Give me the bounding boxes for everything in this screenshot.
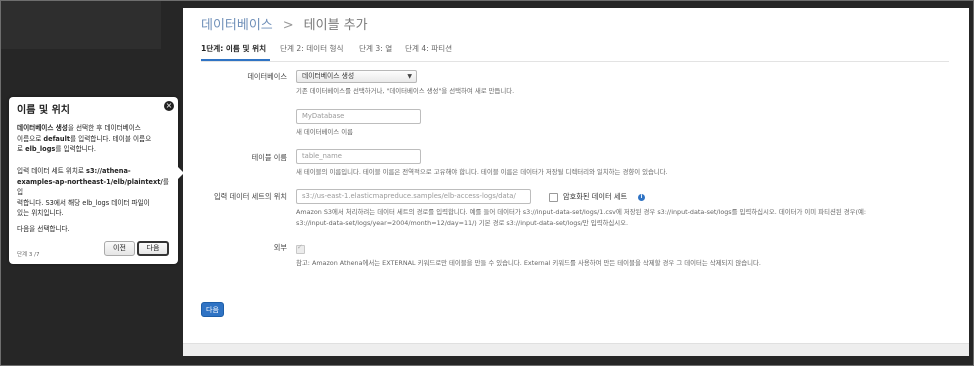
table-name-input[interactable]: table_name	[296, 149, 421, 164]
encrypted-dataset-label: 암호화된 데이터 세트	[563, 192, 628, 201]
popover-text-line: 력합니다. S3에서 해당 elb_logs 데이터 파일이	[17, 198, 150, 207]
close-icon[interactable]: ×	[164, 101, 174, 111]
database-label: 데이터베이스	[247, 72, 287, 81]
wizard-tabs: 1단계: 이름 및 위치 단계 2: 데이터 형식 단계 3: 열 단계 4: …	[201, 43, 949, 62]
table-name-placeholder: table_name	[302, 152, 342, 160]
popover-bold-s3-path: s3://athena-	[86, 167, 131, 175]
input-location-label: 입력 데이터 세트의 위치	[214, 192, 287, 201]
tab-step2-data-format[interactable]: 단계 2: 데이터 형식	[280, 43, 344, 54]
popover-text-line: 이름으로 default를 입력합니다. 테이블 이름으	[17, 134, 152, 143]
popover-step-indicator: 단계 3 /7	[17, 252, 40, 258]
active-tab-indicator	[201, 59, 270, 61]
database-select[interactable]: 데이터베이스 생성 ▼	[296, 70, 417, 83]
breadcrumb: 데이터베이스 > 테이블 추가	[201, 14, 368, 33]
previous-button[interactable]: 이전	[104, 241, 135, 256]
external-checkbox	[296, 243, 305, 254]
popover-paragraph-1: 데이터베이스 생성을 선택한 후 데이터베이스 이름으로 default를 입력…	[17, 123, 174, 155]
popover-title: 이름 및 위치	[17, 105, 70, 116]
popover-paragraph-3: 다음을 선택합니다.	[17, 225, 70, 233]
new-database-placeholder: MyDatabase	[302, 112, 345, 120]
input-location-help-line1: Amazon S3에서 처리하려는 데이터 세트의 경로를 입력합니다. 예를 …	[296, 208, 867, 216]
popover-text-line: 데이터베이스 생성을 선택한 후 데이터베이스	[17, 124, 141, 132]
panel-footer-bar	[183, 343, 969, 356]
table-name-help: 새 테이블의 이름입니다. 테이블 이름은 전역적으로 고유해야 합니다. 테이…	[296, 168, 668, 176]
input-location-placeholder: s3://us-east-1.elasticmapreduce.samples/…	[302, 192, 516, 200]
popover-next-button[interactable]: 다음	[137, 241, 169, 256]
add-table-panel: 데이터베이스 > 테이블 추가 1단계: 이름 및 위치 단계 2: 데이터 형식 …	[183, 8, 969, 356]
tutorial-popover: 이름 및 위치 × 데이터베이스 생성을 선택한 후 데이터베이스 이름으로 d…	[9, 97, 184, 264]
popover-bold-s3-path: examples-ap-northeast-1/elb/plaintext/	[17, 177, 163, 186]
popover-bold-elb-logs: elb_logs	[25, 145, 56, 153]
dropdown-arrow-icon: ▼	[407, 73, 412, 80]
info-icon[interactable]: i	[638, 194, 645, 201]
table-name-label: 테이블 이름	[251, 153, 287, 162]
database-select-value: 데이터베이스 생성	[302, 72, 355, 80]
breadcrumb-current: 테이블 추가	[303, 18, 368, 33]
popover-text-line: 있는 위치입니다.	[17, 209, 64, 217]
external-label: 외부	[273, 243, 287, 252]
input-location-help-line2: s3://input-data-set/logs/year=2004/month…	[296, 219, 629, 227]
input-location-input[interactable]: s3://us-east-1.elasticmapreduce.samples/…	[296, 189, 531, 204]
external-note: 참고: Amazon Athena에서는 EXTERNAL 키워드로만 테이블을…	[296, 259, 761, 267]
popover-text-line: 로 elb_logs를 입력합니다.	[17, 145, 96, 153]
tab-step1-name-location[interactable]: 1단계: 이름 및 위치	[201, 43, 266, 54]
tab-step3-columns[interactable]: 단계 3: 열	[359, 43, 392, 54]
tab-step4-partitions[interactable]: 단계 4: 파티션	[405, 43, 452, 54]
new-database-name-input[interactable]: MyDatabase	[296, 109, 421, 124]
popover-text-line: examples-ap-northeast-1/elb/plaintext/를 …	[17, 177, 169, 197]
popover-bold-default: default	[43, 134, 70, 143]
database-help: 기존 데이터베이스를 선택하거나, "데이터베이스 생성"을 선택하여 새로 만…	[296, 87, 515, 95]
breadcrumb-separator: >	[282, 18, 294, 33]
breadcrumb-databases-link[interactable]: 데이터베이스	[201, 18, 273, 33]
new-database-help: 새 데이터베이스 이름	[296, 128, 353, 136]
popover-paragraph-2: 입력 데이터 세트 위치로 s3://athena- examples-ap-n…	[17, 166, 174, 219]
next-button[interactable]: 다음	[201, 302, 224, 317]
popover-text-line: 입력 데이터 세트 위치로 s3://athena-	[17, 167, 131, 175]
popover-bold-create-db: 데이터베이스 생성	[17, 124, 68, 132]
dim-overlay-corner	[1, 1, 161, 49]
encrypted-dataset-checkbox[interactable]	[549, 193, 558, 202]
